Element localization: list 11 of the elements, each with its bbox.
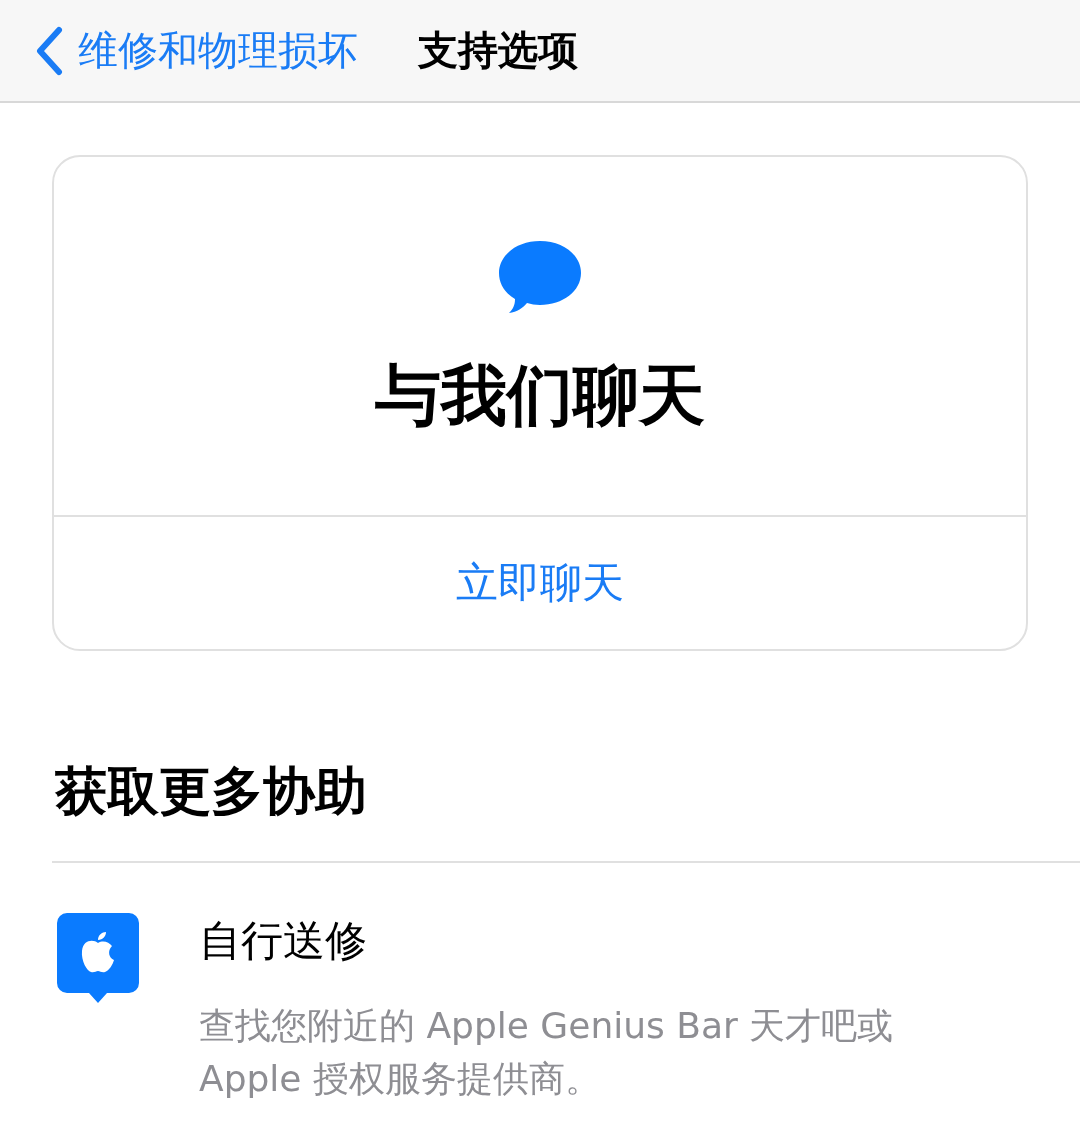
section-title: 获取更多协助 <box>55 760 368 823</box>
back-chevron-icon <box>34 25 64 76</box>
screen-title: 支持选项 <box>418 26 578 75</box>
apple-icon <box>57 913 139 1005</box>
chat-bubble-icon <box>497 239 583 315</box>
option-description: 查找您附近的 Apple Genius Bar 天才吧或 Apple 授权服务提供商。 <box>199 1004 895 1101</box>
chat-title: 与我们聊天 <box>375 356 705 436</box>
back-button[interactable]: 维修和物理损坏 <box>34 23 358 78</box>
option-title: 自行送修 <box>199 915 368 967</box>
support-option-row[interactable]: 自行送修 查找您附近的 Apple Genius Bar 天才吧或 Apple 授权服务提供商。 <box>52 863 1080 1105</box>
chat-now-link[interactable]: 立即聊天 <box>54 517 1026 649</box>
